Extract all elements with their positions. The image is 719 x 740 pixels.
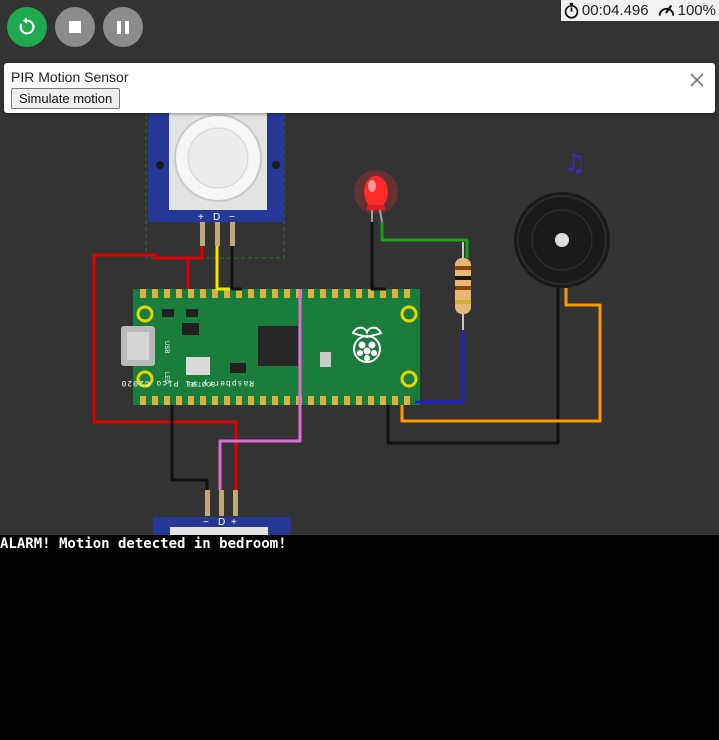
stop-icon [69, 21, 81, 33]
resistor[interactable] [455, 242, 471, 330]
popup-title: PIR Motion Sensor [11, 69, 129, 85]
simulate-motion-button[interactable]: Simulate motion [11, 88, 121, 109]
wire-green [380, 222, 469, 258]
wire-black-bottom [170, 405, 209, 490]
pico-bootsel-label: BOOTSEL [186, 380, 215, 386]
simulation-canvas[interactable]: + D − − D + Raspberry Pi Pico ©2020 USB … [0, 0, 719, 535]
pause-button[interactable] [103, 7, 143, 47]
stop-button[interactable] [55, 7, 95, 47]
wire-red-top [186, 246, 204, 289]
wire-yellow [215, 246, 230, 291]
red-led[interactable] [354, 170, 398, 223]
wire-black-top [230, 246, 242, 291]
pir-top-pin-d: D [213, 212, 220, 223]
pir-sensor-bottom[interactable]: − D + [153, 490, 291, 535]
speedometer-icon [658, 5, 674, 16]
pico-usb-label: USB [163, 341, 169, 353]
raspberry-pi-pico-board[interactable]: Raspberry Pi Pico ©2020 USB LED BOOTSEL [121, 289, 420, 405]
simulation-status: 00:04.496 100% [560, 0, 719, 21]
pir-bottom-pin-d: D [218, 517, 225, 528]
wire-blue [415, 330, 465, 404]
restart-button[interactable] [7, 7, 47, 47]
wire-black-led [370, 222, 386, 291]
serial-monitor[interactable]: ALARM! Motion detected in bedroom! [0, 535, 719, 740]
pir-top-pin-plus: + [198, 212, 204, 223]
pause-icon [117, 20, 129, 34]
pir-bottom-pin-plus: + [231, 517, 237, 528]
buzzer-music-note-icon: ♫ [564, 149, 586, 177]
stopwatch-icon [564, 2, 579, 19]
pir-sensor-popup: PIR Motion Sensor Simulate motion [4, 63, 715, 113]
pir-top-pin-minus: − [229, 212, 235, 223]
restart-icon [19, 17, 35, 35]
buzzer[interactable]: ♫ [514, 149, 610, 288]
pir-bottom-pin-minus: − [203, 517, 209, 528]
elapsed-time: 00:04.496 [581, 2, 649, 19]
simulation-speed: 100% [677, 2, 716, 19]
serial-output-line: ALARM! Motion detected in bedroom! [0, 536, 287, 552]
close-icon[interactable] [689, 72, 705, 88]
pir-sensor-top[interactable]: + D − [145, 112, 285, 259]
pico-led-label: LED [163, 372, 169, 384]
